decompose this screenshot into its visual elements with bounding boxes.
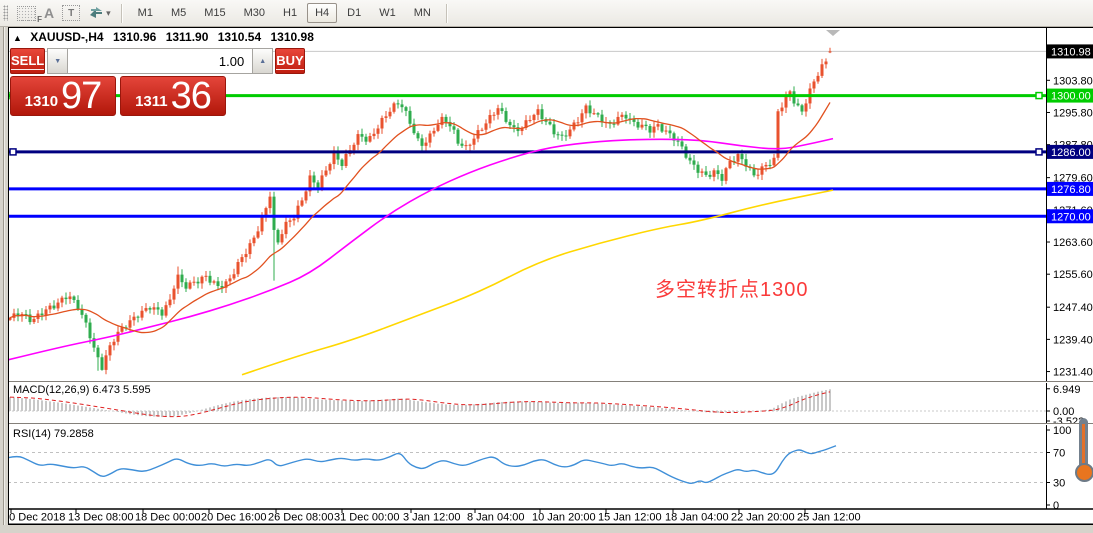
chart-annotation-text: 多空转折点1300 (655, 273, 809, 302)
volume-decrease-button[interactable]: ▼ (47, 48, 68, 74)
ohlc-readout: 1310.96 1311.90 1310.54 1310.98 (107, 30, 314, 44)
macd-indicator-label: MACD(12,26,9) 6.473 5.595 (13, 384, 151, 396)
buy-price-display[interactable]: 1311 36 (120, 76, 226, 116)
timeframe-button-h1[interactable]: H1 (275, 3, 305, 23)
timeframe-button-w1[interactable]: W1 (371, 3, 404, 23)
text-label-icon[interactable]: T (62, 3, 80, 23)
chevron-down-icon[interactable]: ▾ (106, 8, 111, 19)
svg-text:1276.80: 1276.80 (1051, 184, 1091, 196)
volume-increase-button[interactable]: ▲ (252, 48, 273, 74)
svg-text:26 Dec 08:00: 26 Dec 08:00 (268, 512, 333, 524)
text-a-icon[interactable]: A (44, 3, 54, 23)
svg-text:1231.40: 1231.40 (1053, 367, 1093, 379)
sell-price-big: 97 (61, 78, 101, 115)
up-arrow-icon: ▲ (259, 58, 266, 65)
svg-text:3 Jan 12:00: 3 Jan 12:00 (403, 512, 461, 524)
svg-text:1310.98: 1310.98 (1051, 46, 1091, 58)
svg-text:10 Jan 20:00: 10 Jan 20:00 (532, 512, 596, 524)
svg-text:1270.00: 1270.00 (1051, 211, 1091, 223)
svg-text:1263.60: 1263.60 (1053, 237, 1093, 249)
svg-text:30: 30 (1053, 478, 1065, 490)
panel-collapse-arrow-icon[interactable]: ▲ (13, 33, 22, 43)
volume-input[interactable] (68, 48, 252, 74)
svg-text:70: 70 (1053, 448, 1065, 460)
timeframe-button-m1[interactable]: M1 (130, 3, 161, 23)
cycle-arrows-icon[interactable]: ▾ (88, 3, 111, 23)
svg-text:1255.60: 1255.60 (1053, 269, 1093, 281)
svg-text:1303.80: 1303.80 (1053, 75, 1093, 87)
svg-text:31 Dec 00:00: 31 Dec 00:00 (334, 512, 399, 524)
rsi-indicator-label: RSI(14) 79.2858 (13, 428, 94, 440)
sell-price-display[interactable]: 1310 97 (10, 76, 116, 116)
toolbar-grip[interactable] (3, 5, 8, 21)
t-label: T (68, 8, 74, 19)
sell-button[interactable]: SELL (10, 48, 45, 74)
svg-text:15 Jan 12:00: 15 Jan 12:00 (598, 512, 662, 524)
svg-text:1286.00: 1286.00 (1051, 147, 1091, 159)
thermometer-widget[interactable] (1071, 418, 1093, 488)
time-axis[interactable]: 10 Dec 201813 Dec 08:0018 Dec 00:0020 De… (8, 509, 861, 524)
toolbar-separator-2 (446, 4, 448, 23)
ohlc-low: 1310.54 (218, 30, 261, 44)
timeframe-button-m15[interactable]: M15 (196, 3, 233, 23)
symbol-title: XAUUSD-,H4 (30, 30, 103, 44)
svg-text:18 Dec 00:00: 18 Dec 00:00 (135, 512, 200, 524)
thermometer-bulb (1075, 463, 1093, 482)
frame-groove (3, 27, 5, 533)
sell-price-small: 1310 (25, 93, 58, 110)
ohlc-close: 1310.98 (270, 30, 313, 44)
svg-text:1247.40: 1247.40 (1053, 302, 1093, 314)
buy-price-big: 36 (171, 78, 211, 115)
ohlc-open: 1310.96 (113, 30, 156, 44)
timeframe-button-m5[interactable]: M5 (163, 3, 194, 23)
window-frame-left (0, 27, 8, 533)
window-frame-bottom (0, 525, 1093, 533)
svg-text:25 Jan 12:00: 25 Jan 12:00 (797, 512, 861, 524)
svg-text:20 Dec 16:00: 20 Dec 16:00 (201, 512, 266, 524)
volume-stepper: ▼ ▲ (47, 48, 273, 74)
svg-text:22 Jan 20:00: 22 Jan 20:00 (731, 512, 795, 524)
svg-text:1300.00: 1300.00 (1051, 91, 1091, 103)
svg-text:10 Dec 2018: 10 Dec 2018 (8, 512, 65, 524)
chart-header: ▲ XAUUSD-,H4 1310.96 1311.90 1310.54 131… (13, 30, 314, 44)
timeframe-button-h4[interactable]: H4 (307, 3, 337, 23)
svg-text:0: 0 (1053, 500, 1059, 512)
chart-window: 1311.801303.801295.801287.801279.601271.… (8, 27, 1093, 525)
timeframe-button-d1[interactable]: D1 (339, 3, 369, 23)
svg-text:6.949: 6.949 (1053, 384, 1081, 396)
buy-button-label: BUY (276, 53, 303, 70)
cycle-arrows-glyph (88, 6, 104, 20)
svg-text:1239.40: 1239.40 (1053, 334, 1093, 346)
svg-text:18 Jan 04:00: 18 Jan 04:00 (665, 512, 729, 524)
sell-button-label: SELL (11, 53, 44, 70)
svg-text:100: 100 (1053, 425, 1071, 437)
thermometer-mercury (1082, 424, 1085, 468)
buy-button[interactable]: BUY (275, 48, 304, 74)
one-click-trading-panel: SELL ▼ ▲ BUY 1310 97 1311 36 (10, 48, 226, 116)
f-label: F (37, 15, 42, 24)
svg-text:1295.80: 1295.80 (1053, 107, 1093, 119)
timeframe-button-group: M1M5M15M30H1H4D1W1MN (129, 3, 440, 23)
ohlc-high: 1311.90 (166, 30, 209, 44)
svg-text:8 Jan 04:00: 8 Jan 04:00 (467, 512, 525, 524)
svg-text:13 Dec 08:00: 13 Dec 08:00 (68, 512, 133, 524)
toolbar-separator (121, 4, 123, 23)
down-arrow-icon: ▼ (54, 58, 61, 65)
timeframe-button-m30[interactable]: M30 (236, 3, 273, 23)
buy-price-small: 1311 (135, 93, 168, 110)
a-label: A (44, 5, 54, 21)
fibo-grid-icon[interactable]: F (17, 3, 36, 23)
top-toolbar: F A T ▾ M1M5M15M30H1H4D1W1MN (0, 0, 1093, 27)
timeframe-button-mn[interactable]: MN (406, 3, 439, 23)
